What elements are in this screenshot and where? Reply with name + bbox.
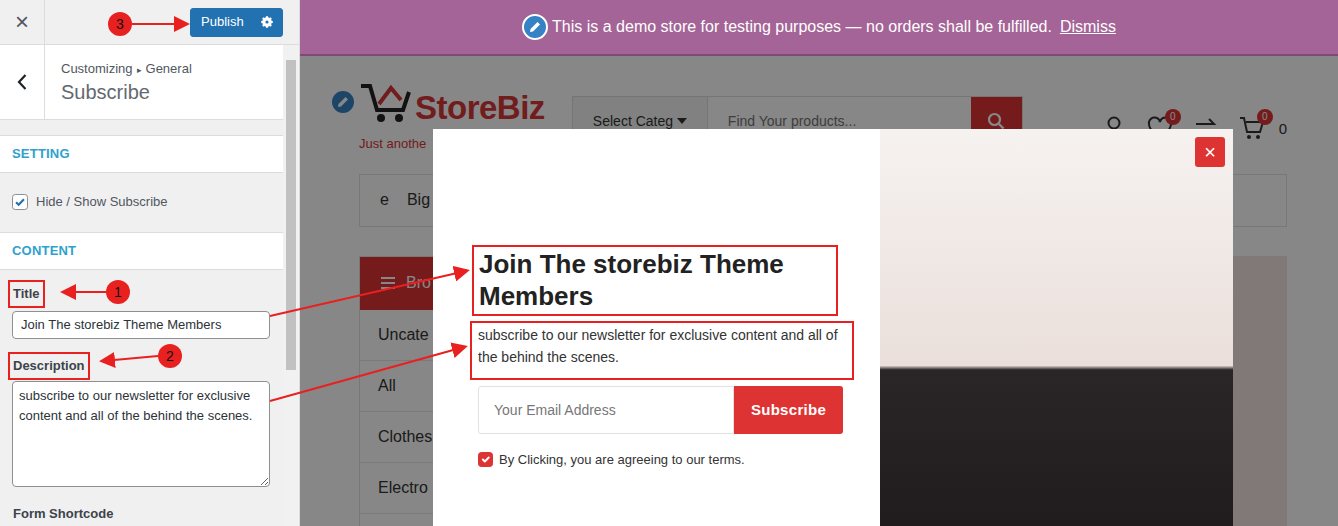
subscribe-form: Subscribe [478, 386, 873, 434]
description-textarea[interactable]: subscribe to our newsletter for exclusiv… [12, 381, 270, 487]
pencil-icon[interactable] [522, 14, 548, 40]
toggle-label: Hide / Show Subscribe [36, 192, 168, 212]
customizer-field: Form Shortcode [12, 500, 272, 526]
consent-row[interactable]: By Clicking, you are agreeing to our ter… [478, 450, 873, 470]
annotation-arrows [0, 0, 1338, 526]
close-button[interactable]: × [0, 0, 45, 45]
field-list: Title Descriptionsubscribe to our newslet… [0, 270, 284, 526]
notice-text: This is a demo store for testing purpose… [552, 15, 1052, 39]
field-label: Description [8, 352, 90, 380]
toggle-row[interactable]: Hide / Show Subscribe [0, 173, 284, 232]
publish-button[interactable]: Publish [190, 8, 283, 37]
annotation-marker: 1 [106, 280, 130, 304]
modal-description: subscribe to our newsletter for exclusiv… [470, 321, 854, 380]
chevron-left-icon[interactable] [16, 73, 28, 91]
modal-close-button[interactable]: × [1195, 137, 1225, 167]
gear-icon[interactable] [260, 15, 274, 29]
dismiss-link[interactable]: Dismiss [1060, 15, 1116, 39]
subscribe-button[interactable]: Subscribe [734, 386, 843, 434]
annotation-marker: 2 [158, 344, 182, 368]
breadcrumb-separator: ▸ [137, 65, 142, 75]
breadcrumb: Customizing ▸ General [61, 60, 192, 79]
customizer-header: × Publish [0, 0, 299, 45]
toggle-checkbox[interactable] [12, 194, 28, 210]
scrollbar-thumb[interactable] [286, 60, 296, 370]
publish-label: Publish [201, 12, 244, 32]
breadcrumb-item: Customizing [61, 61, 133, 76]
customizer-field: Title [12, 280, 272, 339]
consent-label: By Clicking, you are agreeing to our ter… [499, 450, 745, 470]
field-label: Form Shortcode [8, 500, 118, 526]
subscribe-modal: Join The storebiz Theme Members subscrib… [433, 129, 1233, 526]
title-input[interactable] [12, 311, 270, 339]
modal-content: Join The storebiz Theme Members subscrib… [433, 129, 873, 526]
email-input[interactable] [478, 386, 734, 434]
content-heading: CONTENT [0, 232, 284, 270]
customizer-field: Descriptionsubscribe to our newsletter f… [12, 352, 272, 487]
model-photo [880, 129, 1233, 526]
section-header: Customizing ▸ General Subscribe [0, 45, 284, 120]
field-label: Title [8, 280, 45, 308]
consent-checkbox[interactable] [478, 452, 493, 467]
demo-notice: This is a demo store for testing purpose… [300, 0, 1338, 56]
scrollbar[interactable] [283, 45, 299, 526]
modal-title: Join The storebiz Theme Members [472, 245, 838, 316]
setting-heading: SETTING [0, 135, 284, 173]
customizer-sidebar: × Publish Customizing▸General Subscribe … [0, 0, 300, 526]
site-preview: This is a demo store for testing purpose… [300, 0, 1338, 526]
section-title: Subscribe [61, 79, 192, 105]
breadcrumb-item: General [146, 61, 192, 76]
back-button[interactable] [0, 45, 45, 119]
section-heading: Customizing ▸ General Subscribe [45, 45, 192, 119]
site-page: StoreBiz Just anothe Select Categ 0 0 0 [300, 56, 1338, 526]
annotation-marker: 3 [108, 12, 132, 36]
